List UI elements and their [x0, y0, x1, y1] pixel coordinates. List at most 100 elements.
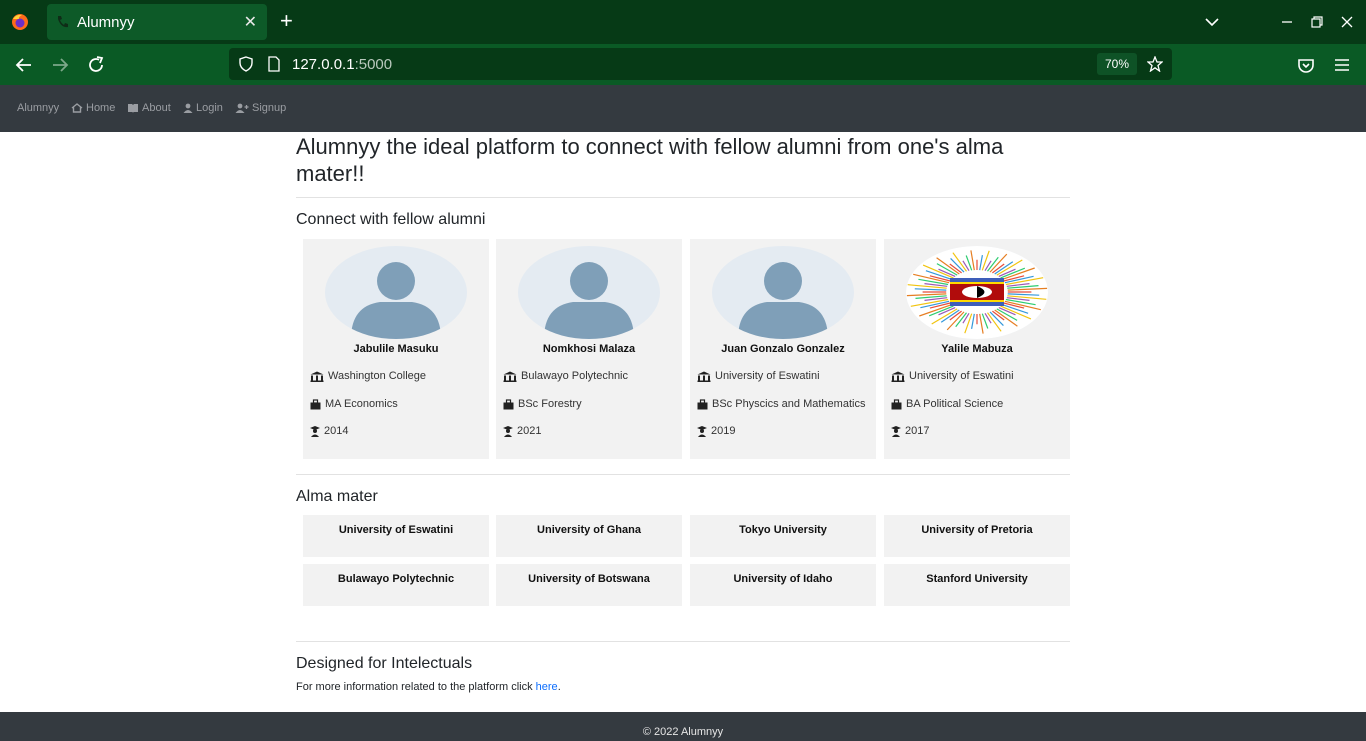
browser-tab-active[interactable]: Alumnyy ✕	[47, 4, 267, 40]
alma-mater-card[interactable]: Tokyo University	[690, 515, 876, 557]
page-title: Alumnyy the ideal platform to connect wi…	[296, 134, 1004, 186]
page-icon[interactable]	[266, 56, 282, 72]
university-icon	[310, 371, 324, 382]
alma-mater-card[interactable]: University of Idaho	[690, 564, 876, 606]
tab-close-icon[interactable]: ✕	[244, 12, 257, 32]
alumni-school: Washington College	[328, 370, 427, 382]
alumni-school: University of Eswatini	[715, 370, 820, 382]
pocket-icon[interactable]	[1295, 54, 1317, 76]
divider	[296, 474, 1070, 475]
app-menu-icon[interactable]	[1331, 54, 1353, 76]
alumni-name[interactable]: Nomkhosi Malaza	[496, 343, 682, 355]
nav-signup[interactable]: Signup	[235, 102, 286, 114]
alma-mater-name: University of Ghana	[537, 524, 641, 536]
alumni-degree-row: MA Economics	[310, 398, 398, 410]
alma-mater-card[interactable]: Bulawayo Polytechnic	[303, 564, 489, 606]
reload-icon[interactable]	[85, 54, 107, 76]
alumni-year-row: 2021	[503, 425, 541, 437]
connect-heading: Connect with fellow alumni	[296, 211, 486, 228]
alumni-degree-row: BSc Forestry	[503, 398, 582, 410]
alma-mater-name: Bulawayo Polytechnic	[337, 573, 455, 585]
site-navbar: Alumnyy Home About Login Signup	[0, 85, 1366, 132]
divider	[296, 197, 1070, 198]
alumni-avatar	[325, 246, 467, 339]
alma-mater-card[interactable]: University of Eswatini	[303, 515, 489, 557]
university-icon	[503, 371, 517, 382]
close-window-icon[interactable]	[1337, 12, 1357, 32]
book-icon	[128, 104, 138, 113]
alumni-name[interactable]: Jabulile Masuku	[303, 343, 489, 355]
bookmark-star-icon[interactable]	[1147, 56, 1163, 72]
graduate-icon	[503, 425, 513, 437]
alumni-degree: MA Economics	[325, 398, 398, 410]
nav-about[interactable]: About	[127, 102, 171, 114]
default-avatar-image	[351, 262, 441, 339]
alumni-degree: BSc Physcics and Mathematics	[712, 398, 866, 410]
url-port: :5000	[354, 56, 393, 73]
brand-link[interactable]: Alumnyy	[17, 102, 59, 114]
restore-icon[interactable]	[1307, 12, 1327, 32]
alumni-school-row: University of Eswatini	[697, 370, 820, 382]
alumni-name[interactable]: Juan Gonzalo Gonzalez	[690, 343, 876, 355]
alma-mater-name: Tokyo University	[739, 524, 827, 536]
alma-mater-card[interactable]: University of Botswana	[496, 564, 682, 606]
shield-icon[interactable]	[238, 56, 254, 72]
phone-favicon-icon	[58, 16, 68, 28]
alumni-card[interactable]: Juan Gonzalo Gonzalez University of Eswa…	[690, 239, 876, 459]
graduate-icon	[697, 425, 707, 437]
default-avatar-image	[738, 262, 828, 339]
info-suffix: .	[557, 681, 561, 693]
firefox-logo-icon[interactable]	[10, 12, 30, 32]
alumni-card[interactable]: Jabulile Masuku Washington College MA Ec…	[303, 239, 489, 459]
university-icon	[697, 371, 711, 382]
minimize-icon[interactable]	[1277, 12, 1297, 32]
list-tabs-chevron-icon[interactable]	[1202, 12, 1222, 32]
alumni-year-row: 2014	[310, 425, 348, 437]
alumni-avatar	[906, 246, 1048, 339]
alma-mater-name: Stanford University	[926, 573, 1028, 585]
tab-title: Alumnyy	[77, 14, 135, 31]
alma-mater-heading: Alma mater	[296, 488, 378, 505]
alumni-school-row: University of Eswatini	[891, 370, 1014, 382]
alumni-card[interactable]: Nomkhosi Malaza Bulawayo Polytechnic BSc…	[496, 239, 682, 459]
alma-mater-name: University of Pretoria	[921, 524, 1033, 536]
info-paragraph: For more information related to the plat…	[296, 681, 561, 693]
graduate-icon	[891, 425, 901, 437]
briefcase-icon	[310, 398, 321, 409]
alma-mater-card[interactable]: University of Ghana	[496, 515, 682, 557]
alumni-year-row: 2019	[697, 425, 735, 437]
nav-home[interactable]: Home	[71, 102, 115, 114]
alumni-avatar	[712, 246, 854, 339]
forward-arrow-icon[interactable]	[49, 54, 71, 76]
info-text: For more information related to the plat…	[296, 681, 536, 693]
default-avatar-image	[544, 262, 634, 339]
alma-mater-card[interactable]: Stanford University	[884, 564, 1070, 606]
here-link[interactable]: here	[536, 681, 558, 693]
nav-home-label: Home	[86, 102, 116, 114]
alma-mater-card[interactable]: University of Pretoria	[884, 515, 1070, 557]
home-icon	[71, 103, 83, 113]
alma-mater-name: University of Idaho	[733, 573, 833, 585]
user-icon	[183, 103, 193, 113]
footer: © 2022 Alumnyy	[0, 712, 1366, 741]
browser-tabbar: Alumnyy ✕ +	[0, 0, 1366, 44]
nav-signup-label: Signup	[252, 102, 287, 114]
alumni-degree-row: BSc Physcics and Mathematics	[697, 398, 865, 410]
alma-mater-name: University of Botswana	[528, 573, 650, 585]
briefcase-icon	[697, 398, 708, 409]
alumni-name[interactable]: Yalile Mabuza	[884, 343, 1070, 355]
footer-copyright: © 2022 Alumnyy	[642, 726, 724, 738]
alumni-year-row: 2017	[891, 425, 929, 437]
nav-login[interactable]: Login	[183, 102, 223, 114]
briefcase-icon	[503, 398, 514, 409]
alumni-card[interactable]: Yalile Mabuza University of Eswatini BA …	[884, 239, 1070, 459]
new-tab-icon[interactable]: +	[280, 9, 293, 33]
briefcase-icon	[891, 398, 902, 409]
zoom-level[interactable]: 70%	[1097, 53, 1137, 75]
url-bar[interactable]: 127.0.0.1:5000 70%	[229, 48, 1172, 80]
back-arrow-icon[interactable]	[13, 54, 35, 76]
alumni-avatar	[518, 246, 660, 339]
url-text[interactable]: 127.0.0.1:5000	[292, 56, 392, 73]
url-host: 127.0.0.1	[292, 56, 355, 73]
alumni-degree: BA Political Science	[906, 398, 1004, 410]
